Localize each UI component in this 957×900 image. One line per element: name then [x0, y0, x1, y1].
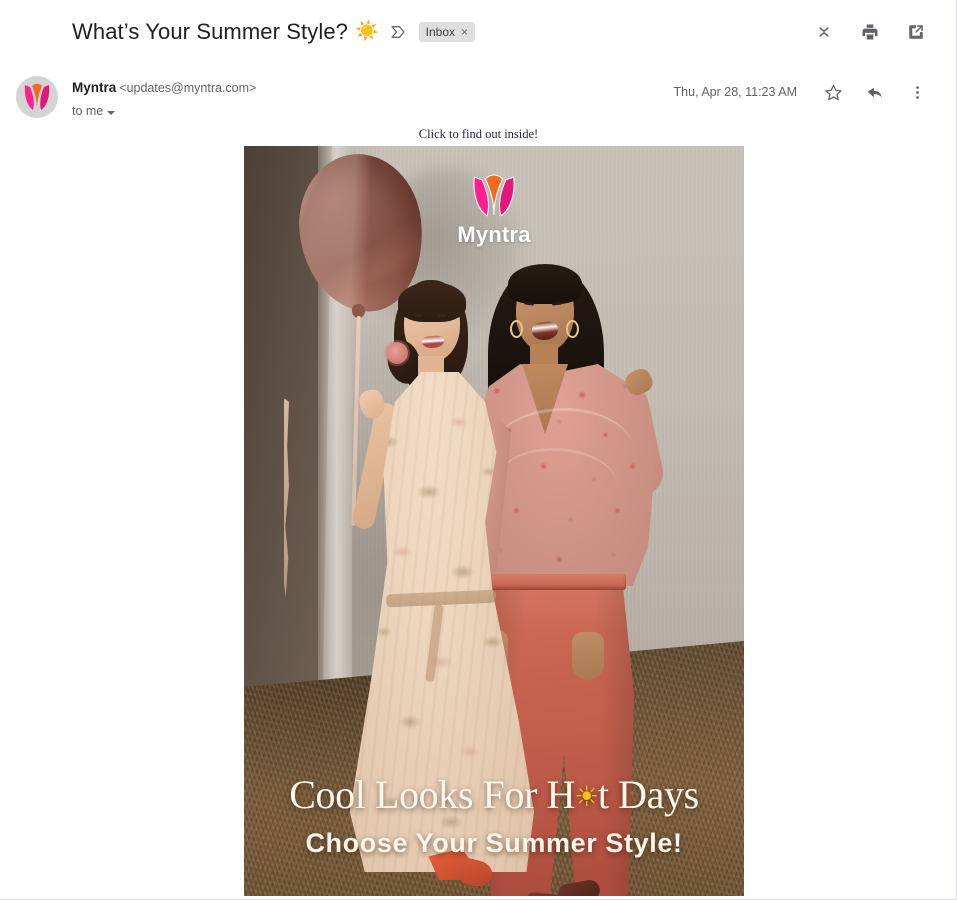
sender-identity-line: Myntra <updates@myntra.com> [72, 78, 674, 98]
banner-subheadline: Choose Your Summer Style! [305, 828, 683, 858]
label-outline-icon[interactable] [389, 23, 407, 41]
chevron-down-icon [107, 110, 116, 115]
headline-part-two: t Days [597, 772, 699, 817]
subject-line: What’s Your Summer Style? ☀️ Inbox × [72, 18, 809, 46]
close-icon[interactable]: × [461, 26, 468, 38]
sun-glyph-icon: ☀ [574, 782, 599, 813]
print-icon[interactable] [855, 17, 885, 47]
sender-header-row: Myntra <updates@myntra.com> to me Thu, Ap… [0, 66, 957, 126]
star-icon[interactable] [819, 78, 847, 106]
model-right-hand-right [572, 632, 604, 680]
label-chip-text: Inbox [425, 25, 456, 39]
banner-headline-block: Cool Looks For H☀t Days Choose Your Summ… [244, 773, 744, 860]
email-banner-image[interactable]: Myntra Cool Looks For H☀t Days Choose Yo… [244, 146, 744, 896]
recipient-label: to me [72, 104, 104, 118]
recipient-dropdown[interactable]: to me [72, 103, 116, 120]
myntra-logo-icon [24, 83, 50, 110]
email-preheader-text: Click to find out inside! [418, 127, 539, 141]
model-right-sandal-right [556, 878, 602, 896]
banner-artwork: Myntra Cool Looks For H☀t Days Choose Yo… [244, 146, 744, 896]
reply-icon[interactable] [861, 78, 889, 106]
open-in-new-window-icon[interactable] [901, 17, 931, 47]
myntra-logo-icon [473, 174, 515, 217]
model-right-earring-right [566, 320, 579, 338]
more-options-icon[interactable] [903, 78, 931, 106]
model-left-hair-front [398, 282, 466, 322]
avatar[interactable] [16, 76, 58, 118]
banner-headline: Cool Looks For H☀t Days [244, 773, 744, 820]
subject-header-row: What’s Your Summer Style? ☀️ Inbox × [0, 0, 957, 64]
sender-meta: Myntra <updates@myntra.com> to me [72, 74, 674, 120]
model-left-hair-flower [386, 342, 408, 364]
sender-email: <updates@myntra.com> [119, 81, 257, 95]
page-title: What’s Your Summer Style? [72, 19, 348, 44]
banner-brand-logo: Myntra [244, 172, 744, 248]
collapse-all-icon[interactable] [809, 17, 839, 47]
header-action-group [809, 17, 931, 47]
email-message-window: What’s Your Summer Style? ☀️ Inbox × Myn… [0, 0, 957, 900]
sender-name: Myntra [72, 80, 117, 95]
banner-brand-wordmark: Myntra [457, 222, 531, 247]
sender-action-group: Thu, Apr 28, 11:23 AM [674, 74, 931, 106]
message-timestamp: Thu, Apr 28, 11:23 AM [673, 85, 797, 99]
label-chip-inbox[interactable]: Inbox × [418, 22, 476, 42]
headline-part-one: Cool Looks For H [289, 772, 576, 817]
sun-emoji-icon: ☀️ [355, 21, 379, 42]
